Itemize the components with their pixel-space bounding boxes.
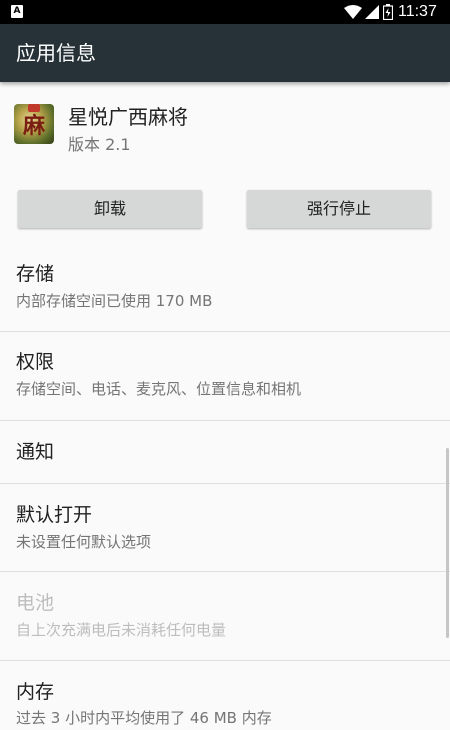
permissions-row[interactable]: 权限 存储空间、电话、麦克风、位置信息和相机 [0, 332, 450, 420]
battery-row: 电池 自上次充满电后未消耗任何电量 [0, 572, 450, 660]
force-stop-button[interactable]: 强行停止 [247, 190, 431, 228]
app-icon-glyph: 麻 [22, 114, 45, 139]
app-icon: 麻 [14, 104, 54, 144]
storage-row[interactable]: 存储 内部存储空间已使用 170 MB [0, 246, 450, 332]
app-version: 版本 2.1 [68, 135, 131, 154]
app-bar: 应用信息 [0, 24, 450, 82]
signal-icon [365, 5, 379, 19]
storage-title: 存储 [16, 263, 55, 285]
permissions-title: 权限 [16, 351, 55, 373]
a-icon: A [11, 5, 23, 18]
battery-icon [383, 4, 393, 20]
battery-subtitle: 自上次充满电后未消耗任何电量 [16, 621, 227, 639]
memory-title: 内存 [16, 681, 55, 703]
open-by-default-row[interactable]: 默认打开 未设置任何默认选项 [0, 484, 450, 571]
page-title: 应用信息 [16, 41, 96, 65]
app-name: 星悦广西麻将 [68, 105, 188, 129]
storage-subtitle: 内部存储空间已使用 170 MB [16, 292, 213, 310]
memory-row[interactable]: 内存 过去 3 小时内平均使用了 46 MB 内存 [0, 661, 450, 730]
notifications-title: 通知 [16, 441, 55, 463]
memory-subtitle: 过去 3 小时内平均使用了 46 MB 内存 [16, 709, 272, 727]
app-header: 麻 星悦广西麻将 版本 2.1 [0, 82, 450, 182]
wifi-icon [344, 5, 362, 19]
status-bar: A 11:37 [0, 0, 450, 24]
open-by-default-subtitle: 未设置任何默认选项 [16, 533, 152, 551]
status-time: 11:37 [398, 3, 437, 20]
uninstall-button[interactable]: 卸载 [18, 190, 202, 228]
scrollbar[interactable] [446, 448, 449, 638]
open-by-default-title: 默认打开 [16, 504, 93, 526]
battery-title: 电池 [16, 592, 55, 614]
notifications-row[interactable]: 通知 [0, 421, 450, 483]
permissions-subtitle: 存储空间、电话、麦克风、位置信息和相机 [16, 380, 302, 398]
